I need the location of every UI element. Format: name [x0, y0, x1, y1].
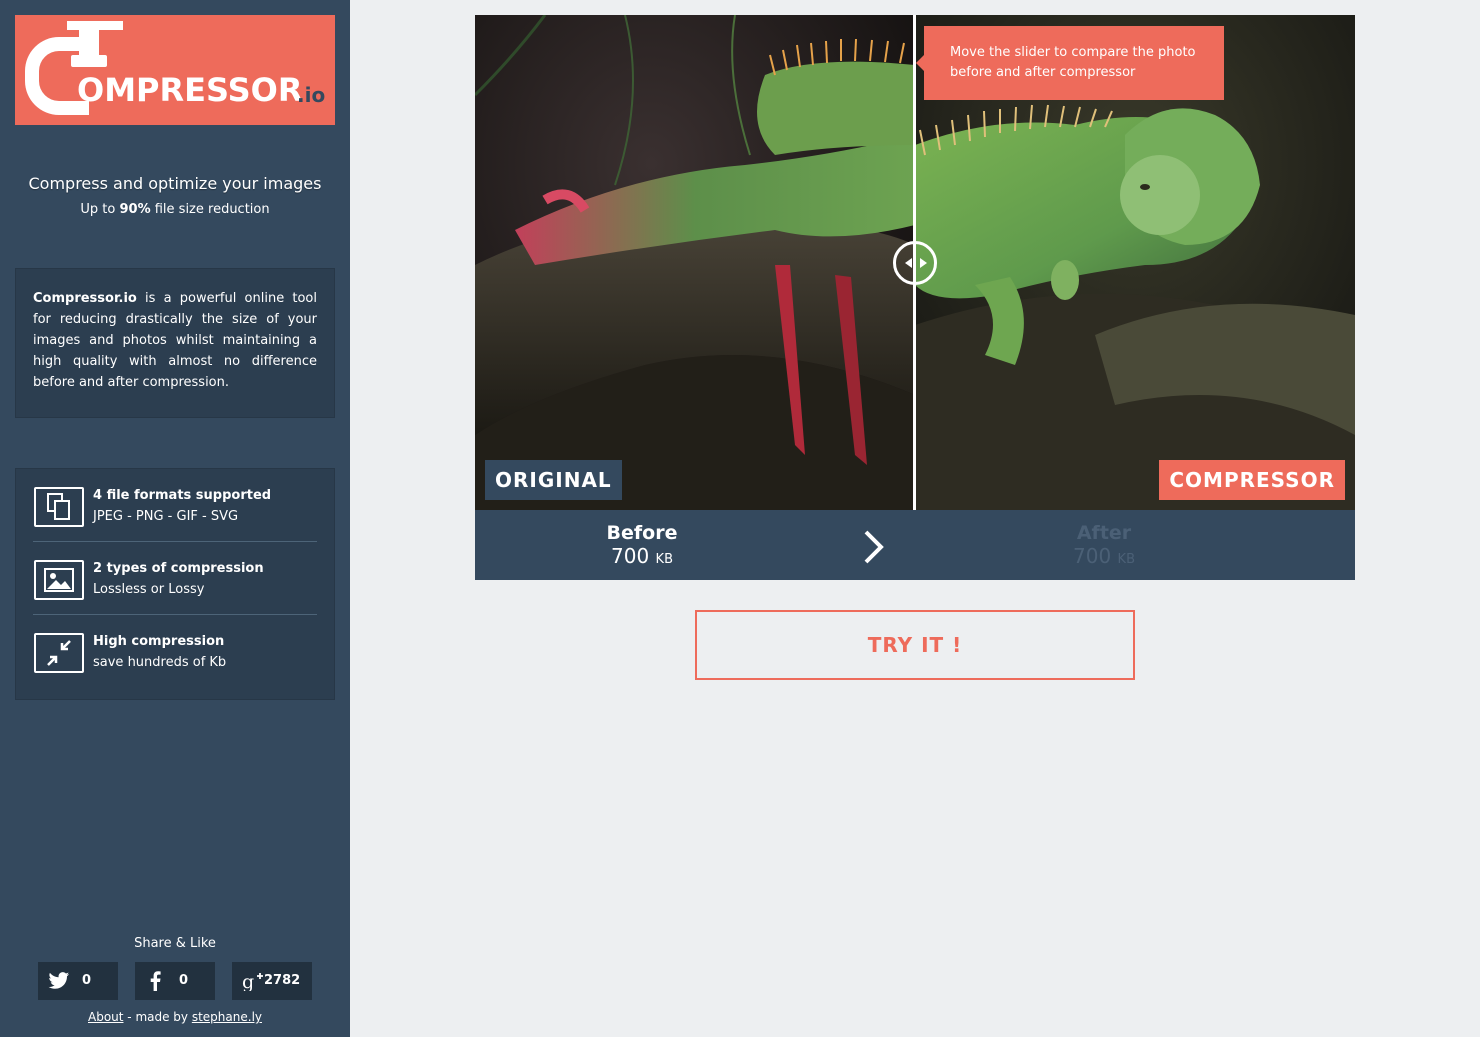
image-icon: [34, 560, 84, 600]
stat-after: After 700 KB: [1004, 522, 1204, 572]
before-size: 700 KB: [542, 544, 742, 572]
subtag-percent: 90%: [119, 202, 151, 217]
feature-sub: JPEG - PNG - GIF - SVG: [93, 509, 239, 524]
arrow-left-icon: [905, 258, 912, 268]
subtag-prefix: Up to: [80, 202, 120, 217]
slider-handle[interactable]: [893, 241, 937, 285]
subtagline: Up to 90% file size reduction: [0, 202, 350, 217]
twitter-icon: [48, 971, 70, 991]
feature-sub: Lossless or Lossy: [93, 582, 205, 597]
about-brand: Compressor.io: [33, 291, 137, 306]
after-size: 700 KB: [1004, 544, 1204, 572]
subtag-suffix: file size reduction: [150, 202, 270, 217]
after-label: After: [1076, 522, 1132, 544]
author-link[interactable]: stephane.ly: [192, 1010, 262, 1024]
share-count: 0: [82, 973, 92, 988]
label-compressor: COMPRESSOR: [1159, 460, 1345, 500]
about-link[interactable]: About: [88, 1010, 123, 1024]
twitter-share-button[interactable]: 0: [38, 962, 118, 1000]
google-plus-icon: g: [242, 971, 264, 993]
facebook-share-button[interactable]: 0: [135, 962, 215, 1000]
feature-compression-types: 2 types of compression Lossless or Lossy: [33, 542, 317, 615]
before-label: Before: [606, 522, 678, 544]
compare-slider[interactable]: Move the slider to compare the photo bef…: [475, 15, 1355, 510]
sidebar: OMPRESSOR .io Compress and optimize your…: [0, 0, 350, 1037]
tagline: Compress and optimize your images: [28, 174, 322, 193]
svg-text:g: g: [242, 971, 254, 991]
label-original: ORIGINAL: [485, 460, 622, 500]
after-unit: KB: [1117, 552, 1135, 567]
slider-tooltip: Move the slider to compare the photo bef…: [924, 26, 1224, 100]
logo[interactable]: OMPRESSOR .io: [15, 15, 335, 125]
made-by-text: - made by: [123, 1010, 192, 1024]
stats-bar: Before 700 KB After 700 KB: [475, 510, 1355, 580]
chevron-right-icon: [863, 530, 885, 564]
google-plus-share-button[interactable]: g 2782: [232, 962, 312, 1000]
feature-title: 2 types of compression: [93, 561, 264, 576]
arrow-right-icon: [920, 258, 927, 268]
logo-text: OMPRESSOR: [77, 71, 303, 109]
files-icon: [34, 487, 84, 527]
after-value: 700: [1073, 544, 1112, 568]
share-count: 2782: [264, 973, 301, 988]
stat-before: Before 700 KB: [542, 522, 742, 572]
feature-sub: save hundreds of Kb: [93, 655, 227, 670]
facebook-icon: [145, 971, 167, 991]
logo-clamp-foot: [71, 55, 107, 67]
share-count: 0: [179, 973, 189, 988]
share-title: Share & Like: [134, 936, 216, 951]
logo-clamp-post: [79, 29, 99, 57]
feature-title: 4 file formats supported: [93, 488, 272, 503]
about-box: Compressor.io is a powerful online tool …: [15, 268, 335, 418]
feature-formats: 4 file formats supported JPEG - PNG - GI…: [33, 469, 317, 542]
before-unit: KB: [655, 552, 673, 567]
feature-high-compression: High compression save hundreds of Kb: [33, 615, 317, 688]
tooltip-arrow: [916, 55, 924, 71]
feature-title: High compression: [93, 634, 225, 649]
original-photo: [475, 15, 915, 510]
logo-tld: .io: [297, 83, 326, 107]
compress-icon: [34, 633, 84, 673]
footer: About - made by stephane.ly: [0, 1010, 350, 1024]
features-box: 4 file formats supported JPEG - PNG - GI…: [15, 468, 335, 700]
try-it-button[interactable]: TRY IT !: [695, 610, 1135, 680]
before-value: 700: [611, 544, 650, 568]
